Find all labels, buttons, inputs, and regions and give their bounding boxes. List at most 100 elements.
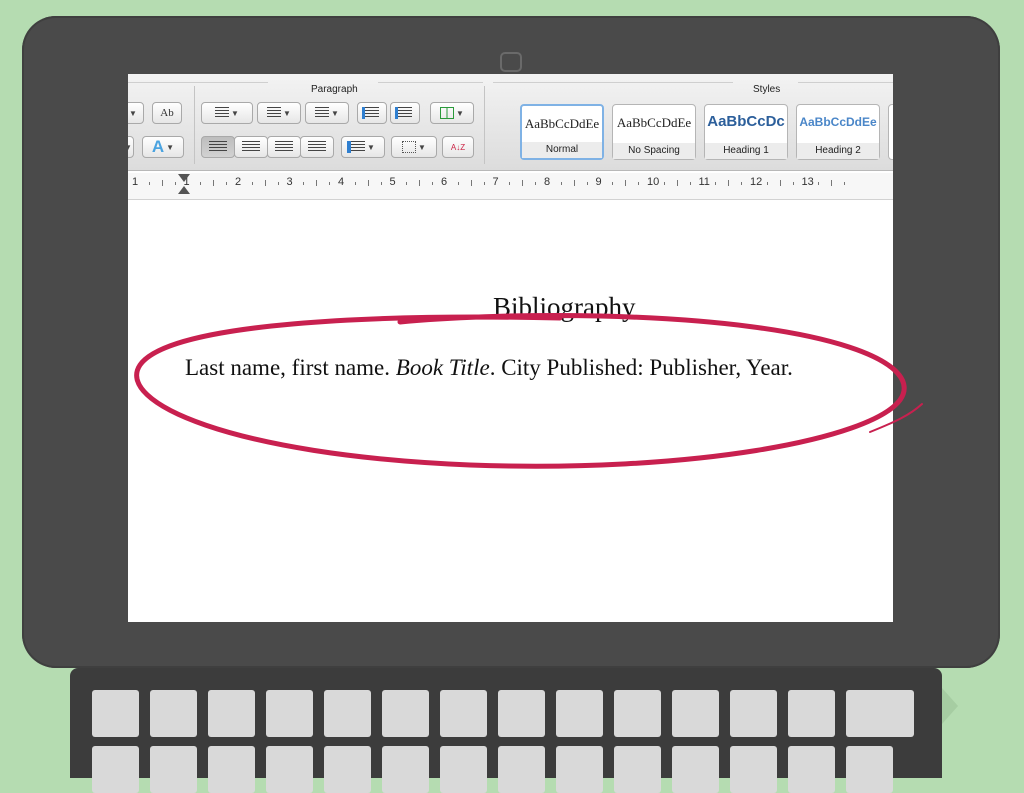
numbering-button[interactable]: ▼: [257, 102, 301, 124]
columns-icon: [440, 107, 455, 119]
ruler-tick: [213, 180, 215, 186]
multilevel-list-button[interactable]: ▼: [305, 102, 349, 124]
line-spacing-button[interactable]: ▼: [341, 136, 385, 158]
ruler-tick: [522, 180, 524, 186]
ruler-tick: [715, 182, 717, 185]
ruler-tick: [638, 182, 640, 185]
ruler-tick: [676, 180, 678, 186]
justify-icon: [308, 141, 326, 153]
keyboard-key: [556, 746, 603, 793]
camera-icon: [500, 52, 522, 72]
entry-publication-info: . City Published: Publisher, Year.: [489, 355, 793, 380]
borders-button[interactable]: ▼: [391, 136, 437, 158]
ruler-tick: [277, 182, 279, 185]
ruler-tick: [251, 182, 253, 185]
align-right-icon: [275, 141, 293, 153]
ruler-tick: [663, 182, 665, 185]
style-sample: AaBbCcDdEe: [524, 116, 600, 131]
keyboard-key: [92, 690, 139, 737]
ribbon-toolbar: Paragraph Styles ▼ Ab ▼ A ▼ ▼ ▼ ▼ ▼ ▼ ▼ …: [128, 74, 893, 171]
style-normal[interactable]: AaBbCcDdEe Normal: [520, 104, 604, 160]
increase-indent-icon: [398, 107, 412, 119]
sort-button[interactable]: A↓Z: [442, 136, 474, 158]
justify-button[interactable]: [300, 136, 334, 158]
ruler-number: 10: [647, 176, 660, 188]
ruler-number: 9: [595, 176, 602, 188]
bibliography-heading: Bibliography: [493, 292, 636, 322]
chevron-down-icon: ▼: [331, 108, 339, 118]
font-dropdown-button[interactable]: ▼: [128, 102, 144, 124]
align-left-button[interactable]: [201, 136, 235, 158]
ruler-tick: [625, 180, 627, 186]
keyboard-key: [92, 746, 139, 793]
word-window: Paragraph Styles ▼ Ab ▼ A ▼ ▼ ▼ ▼ ▼ ▼ ▼ …: [128, 74, 893, 622]
style-no-spacing[interactable]: AaBbCcDdEe No Spacing: [612, 104, 696, 160]
ruler-number: 4: [338, 176, 345, 188]
ruler-tick: [174, 182, 176, 185]
chevron-down-icon: ▼: [456, 108, 464, 118]
chevron-down-icon: ▼: [128, 143, 132, 152]
first-line-indent-marker[interactable]: [178, 174, 190, 182]
increase-indent-button[interactable]: [390, 102, 420, 124]
ruler-tick: [560, 182, 562, 185]
style-heading-1[interactable]: AaBbCcDc Heading 1: [704, 104, 788, 160]
borders-icon: [402, 141, 417, 153]
ruler-tick: [406, 182, 408, 185]
ruler-number: 13: [801, 176, 814, 188]
spellcheck-button[interactable]: Ab: [152, 102, 182, 124]
keyboard-key: [672, 746, 719, 793]
keyboard-key: [730, 690, 777, 737]
ruler-number: 8: [544, 176, 551, 188]
ruler-tick: [226, 182, 228, 185]
style-heading-2[interactable]: AaBbCcDdEe Heading 2: [796, 104, 880, 160]
ruler-tick: [728, 180, 730, 186]
style-name: Heading 2: [797, 143, 879, 159]
ruler-number: 2: [235, 176, 242, 188]
ruler-tick: [367, 180, 369, 186]
text-effects-button[interactable]: A ▼: [142, 136, 184, 158]
ruler-tick: [457, 182, 459, 185]
ruler-tick: [161, 180, 163, 186]
ruler-tick: [831, 180, 833, 186]
ruler-number: 1: [132, 176, 139, 188]
ruler-tick: [303, 182, 305, 185]
keyboard-key: [150, 690, 197, 737]
align-center-button[interactable]: [234, 136, 268, 158]
hanging-indent-marker[interactable]: [178, 186, 190, 194]
ruler-tick: [316, 180, 318, 186]
ruler-tick: [844, 182, 846, 185]
ruler-number: 7: [492, 176, 499, 188]
ruler-tick: [380, 182, 382, 185]
ruler[interactable]: 1 1 2 3 4 5 6 7 8 9 10 11 12 13: [128, 173, 893, 200]
keyboard-key: [846, 690, 914, 737]
style-sample: AaBbCcDdEe: [616, 115, 692, 130]
bullets-button[interactable]: ▼: [201, 102, 253, 124]
chevron-down-icon: ▼: [166, 142, 175, 152]
bibliography-entry: Last name, first name. Book Title. City …: [185, 355, 793, 381]
spellcheck-icon: Ab: [160, 107, 174, 119]
keyboard-key: [730, 746, 777, 793]
entry-book-title: Book Title: [395, 355, 490, 380]
keyboard-key: [498, 690, 545, 737]
columns-button[interactable]: ▼: [430, 102, 474, 124]
font-color-dropdown-button[interactable]: ▼: [128, 136, 134, 158]
multilevel-list-icon: [315, 107, 330, 119]
style-more[interactable]: [888, 104, 893, 160]
keyboard-key: [672, 690, 719, 737]
line-spacing-icon: [351, 141, 366, 153]
paragraph-group-label: Paragraph: [311, 84, 358, 95]
decrease-indent-button[interactable]: [357, 102, 387, 124]
ruler-number: 11: [698, 176, 710, 188]
keyboard-key: [788, 690, 835, 737]
keyboard-key: [208, 746, 255, 793]
align-right-button[interactable]: [267, 136, 301, 158]
style-sample: AaBbCcDdEe: [799, 115, 877, 129]
keyboard-key: [846, 746, 893, 793]
keyboard-key: [382, 690, 429, 737]
ruler-tick: [329, 182, 331, 185]
align-left-icon: [209, 141, 227, 153]
keyboard-key: [498, 746, 545, 793]
ruler-tick: [586, 182, 588, 185]
ruler-tick: [419, 180, 421, 186]
ruler-tick: [483, 182, 485, 185]
